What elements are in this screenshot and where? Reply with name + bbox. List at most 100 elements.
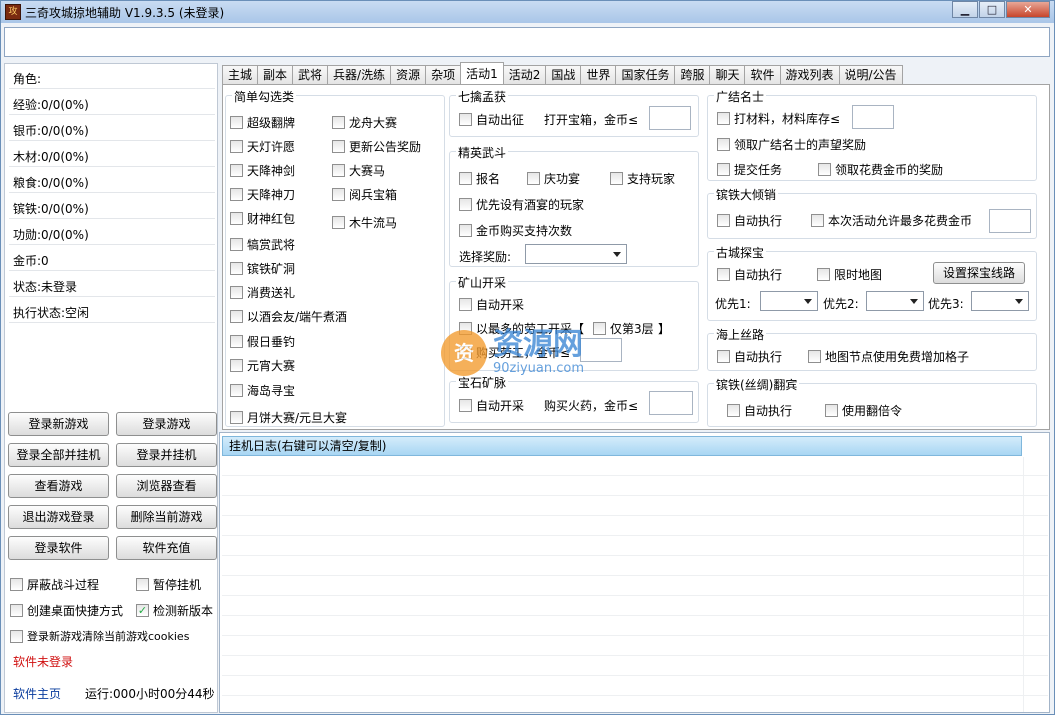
logout-game-button[interactable]: 退出游戏登录 (8, 505, 109, 529)
super-flip-checkbox[interactable]: 超级翻牌 (230, 114, 295, 131)
checkbox-box[interactable] (230, 411, 243, 424)
hang-log[interactable]: 挂机日志(右键可以清空/复制) (219, 432, 1050, 713)
checkbox-box[interactable] (230, 359, 243, 372)
divine-blade-checkbox[interactable]: 天降神刀 (230, 186, 295, 203)
sky-lantern-checkbox[interactable]: 天灯许愿 (230, 138, 295, 155)
checkbox-box[interactable] (717, 138, 730, 151)
consume-gift-checkbox[interactable]: 消费送礼 (230, 284, 295, 301)
checkbox-box[interactable] (230, 188, 243, 201)
claim-reputation-checkbox[interactable]: 领取广结名士的声望奖励 (717, 136, 866, 153)
reward-select[interactable] (525, 244, 627, 264)
gem-auto-mine-checkbox[interactable]: 自动开采 (459, 397, 524, 414)
checkbox-box[interactable] (136, 578, 149, 591)
haishang-auto-exec-checkbox[interactable]: 自动执行 (717, 348, 782, 365)
checkbox-box[interactable] (230, 212, 243, 225)
block-battle-checkbox[interactable]: 屏蔽战斗过程 (10, 576, 99, 593)
checkbox-box[interactable] (459, 298, 472, 311)
checkbox-box[interactable] (10, 578, 23, 591)
checkbox-box[interactable] (332, 188, 345, 201)
bintie-auto-exec-checkbox[interactable]: 自动执行 (717, 212, 782, 229)
make-material-checkbox[interactable]: 打材料，材料库存≤ (717, 110, 840, 127)
tab-misc[interactable]: 杂项 (425, 65, 462, 84)
checkbox-box[interactable] (230, 310, 243, 323)
checkbox-box[interactable] (459, 113, 472, 126)
login-all-hang-button[interactable]: 登录全部并挂机 (8, 443, 109, 467)
checkbox-box[interactable] (332, 140, 345, 153)
buy-powder-gold-input[interactable] (649, 391, 693, 415)
checkbox-box[interactable] (230, 262, 243, 275)
checkbox-box[interactable] (10, 629, 23, 643)
checkbox-box[interactable] (10, 604, 23, 617)
pause-hang-checkbox[interactable]: 暂停挂机 (136, 576, 201, 593)
checkbox-box[interactable] (717, 163, 730, 176)
only-third-floor-checkbox[interactable]: 仅第3层 (593, 320, 654, 337)
tab-national-task[interactable]: 国家任务 (615, 65, 676, 84)
delete-game-button[interactable]: 删除当前游戏 (116, 505, 217, 529)
submit-task-checkbox[interactable]: 提交任务 (717, 161, 782, 178)
gucheng-auto-exec-checkbox[interactable]: 自动执行 (717, 266, 782, 283)
tab-main-city[interactable]: 主城 (222, 65, 259, 84)
update-notice-reward-checkbox[interactable]: 更新公告奖励 (332, 138, 421, 155)
checkbox-box[interactable] (818, 163, 831, 176)
login-new-game-button[interactable]: 登录新游戏 (8, 412, 109, 436)
open-box-gold-input[interactable] (649, 106, 691, 130)
tab-weapon[interactable]: 兵器/洗练 (327, 65, 392, 84)
checkbox-box[interactable] (230, 140, 243, 153)
view-game-button[interactable]: 查看游戏 (8, 474, 109, 498)
login-hang-button[interactable]: 登录并挂机 (116, 443, 217, 467)
tab-activity2[interactable]: 活动2 (502, 65, 547, 84)
buy-labor-gold-input[interactable] (580, 338, 622, 362)
checkbox-box[interactable] (593, 322, 606, 335)
checkbox-box[interactable] (230, 238, 243, 251)
gold-buy-support-checkbox[interactable]: 金币购买支持次数 (459, 222, 572, 239)
checkbox-box[interactable] (811, 214, 824, 227)
browser-address-bar[interactable] (4, 27, 1050, 57)
checkbox-box[interactable] (825, 404, 838, 417)
tab-dungeon[interactable]: 副本 (257, 65, 294, 84)
iron-cave-checkbox[interactable]: 镔铁矿洞 (230, 260, 295, 277)
holiday-fishing-checkbox[interactable]: 假日垂钓 (230, 333, 295, 350)
reward-general-checkbox[interactable]: 犒赏武将 (230, 236, 295, 253)
checkbox-box[interactable] (717, 268, 730, 281)
priority3-select[interactable] (971, 291, 1029, 311)
checkbox-box[interactable] (717, 112, 730, 125)
tab-notice[interactable]: 说明/公告 (838, 65, 903, 84)
tab-world[interactable]: 世界 (580, 65, 617, 84)
wooden-ox-checkbox[interactable]: 木牛流马 (332, 214, 397, 231)
limited-map-checkbox[interactable]: 限时地图 (817, 266, 882, 283)
checkbox-box[interactable] (230, 335, 243, 348)
checkbox-box[interactable] (817, 268, 830, 281)
red-packet-checkbox[interactable]: 财神红包 (230, 210, 295, 227)
checkbox-box[interactable] (717, 214, 730, 227)
checkbox-box[interactable] (332, 216, 345, 229)
checkbox-box[interactable] (332, 116, 345, 129)
priority2-select[interactable] (866, 291, 924, 311)
prefer-wine-checkbox[interactable]: 优先设有酒宴的玩家 (459, 196, 584, 213)
tab-resource[interactable]: 资源 (390, 65, 427, 84)
checkbox-box[interactable] (230, 286, 243, 299)
maximize-button[interactable]: □ (979, 1, 1005, 18)
checkbox-box[interactable] (727, 404, 740, 417)
dragon-boat-checkbox[interactable]: 龙舟大赛 (332, 114, 397, 131)
checkbox-box[interactable] (459, 224, 472, 237)
checkbox-box[interactable] (230, 384, 243, 397)
auto-mine-checkbox[interactable]: 自动开采 (459, 296, 524, 313)
minimize-button[interactable]: ▁ (952, 1, 978, 18)
checkbox-box[interactable] (459, 198, 472, 211)
checkbox-box[interactable] (610, 172, 623, 185)
checkbox-box[interactable] (230, 164, 243, 177)
checkmark-icon[interactable]: ✓ (136, 604, 149, 617)
checkbox-box[interactable] (717, 350, 730, 363)
signup-checkbox[interactable]: 报名 (459, 170, 500, 187)
set-route-button[interactable]: 设置探宝线路 (933, 262, 1025, 284)
recharge-button[interactable]: 软件充值 (116, 536, 217, 560)
divine-sword-checkbox[interactable]: 天降神剑 (230, 162, 295, 179)
checkbox-box[interactable] (459, 399, 472, 412)
tab-cross-server[interactable]: 跨服 (674, 65, 711, 84)
island-treasure-checkbox[interactable]: 海岛寻宝 (230, 382, 295, 399)
tab-national-war[interactable]: 国战 (545, 65, 582, 84)
checkbox-box[interactable] (527, 172, 540, 185)
lantern-contest-checkbox[interactable]: 元宵大赛 (230, 357, 295, 374)
login-software-button[interactable]: 登录软件 (8, 536, 109, 560)
max-gold-input[interactable] (989, 209, 1031, 233)
